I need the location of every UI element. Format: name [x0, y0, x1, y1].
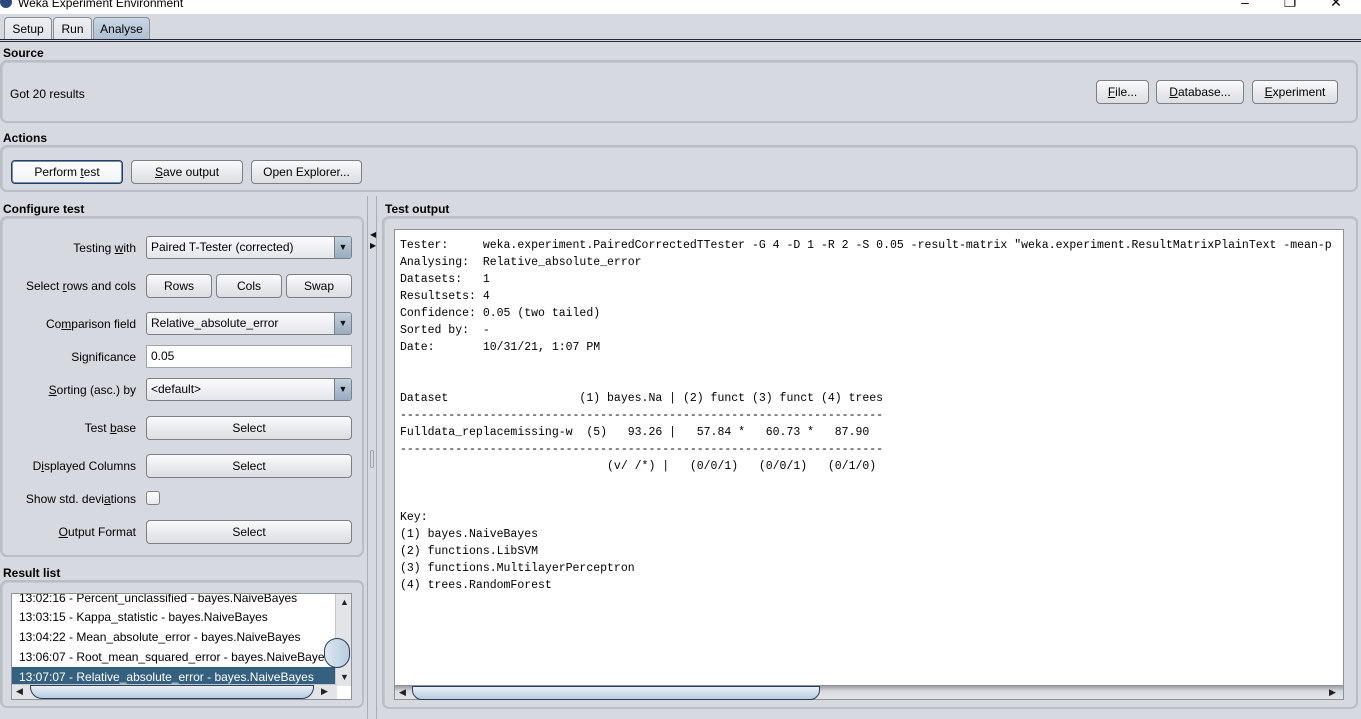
database-button[interactable]: Database... [1156, 80, 1244, 104]
output-format-label: Output Format [58, 525, 136, 539]
comparison-field-label: Comparison field [45, 317, 136, 331]
source-status: Got 20 results [10, 87, 85, 101]
select-rows-cols-label: Select rows and cols [25, 279, 136, 293]
rows-button[interactable]: Rows [146, 274, 212, 298]
expand-right-icon[interactable]: ▶ [370, 241, 376, 250]
actions-label: Actions [3, 131, 48, 145]
scroll-down-icon[interactable]: ▼ [340, 672, 349, 682]
test-base-select-button[interactable]: Select [146, 416, 352, 440]
scroll-up-icon[interactable]: ▲ [340, 597, 349, 607]
scroll-right-icon[interactable]: ▶ [321, 686, 328, 697]
chevron-down-icon: ▼ [334, 313, 351, 334]
test-output-text: Tester: weka.experiment.PairedCorrectedT… [400, 239, 1332, 592]
result-list-vertical-scrollbar[interactable]: ▲ ▼ [324, 594, 351, 686]
test-output-horizontal-scrollbar[interactable]: ◀ ▶ [394, 685, 1344, 700]
open-explorer-button[interactable]: Open Explorer... [251, 160, 362, 184]
close-button[interactable]: ✕ [1313, 0, 1359, 12]
scroll-left-icon[interactable]: ◀ [16, 686, 23, 697]
scrollbar-thumb[interactable] [324, 638, 350, 668]
maximize-button[interactable]: ❐ [1267, 0, 1313, 12]
result-list[interactable]: 13:02:16 - Percent_unclassified - bayes.… [11, 593, 352, 700]
result-list-horizontal-scrollbar[interactable]: ◀ ▶ [12, 684, 337, 699]
source-label: Source [3, 46, 44, 60]
result-list-item[interactable]: 13:04:22 - Mean_absolute_error - bayes.N… [12, 627, 337, 647]
scroll-right-icon[interactable]: ▶ [1329, 687, 1336, 698]
cols-button[interactable]: Cols [216, 274, 282, 298]
chevron-down-icon: ▼ [334, 237, 351, 258]
actions-panel: Perform test Save output Open Explorer..… [0, 145, 1358, 192]
perform-test-button[interactable]: Perform test [11, 160, 123, 184]
show-std-deviations-label: Show std. deviations [25, 492, 136, 506]
comparison-field-dropdown[interactable]: Relative_absolute_error ▼ [146, 312, 352, 335]
split-pane-divider[interactable]: ◀ ▶ [367, 196, 377, 719]
weka-app-icon [0, 0, 12, 8]
tab-divider [0, 39, 1361, 42]
test-output-label: Test output [385, 202, 450, 216]
tab-setup[interactable]: Setup [4, 17, 52, 40]
significance-input[interactable]: 0.05 [146, 345, 352, 368]
significance-label: Significance [71, 350, 136, 364]
tab-run[interactable]: Run [53, 17, 92, 40]
test-base-label: Test base [84, 421, 136, 435]
swap-button[interactable]: Swap [286, 274, 352, 298]
result-list-label: Result list [3, 566, 61, 580]
chevron-down-icon: ▼ [334, 379, 351, 400]
testing-with-dropdown[interactable]: Paired T-Tester (corrected) ▼ [146, 236, 352, 259]
scroll-left-icon[interactable]: ◀ [399, 687, 406, 698]
configure-test-label: Configure test [3, 202, 85, 216]
title-bar: Weka Experiment Environment – ❐ ✕ [0, 0, 1361, 14]
output-format-select-button[interactable]: Select [146, 520, 352, 544]
tab-analyse[interactable]: Analyse [93, 17, 150, 40]
displayed-columns-label: Displayed Columns [32, 459, 136, 473]
result-list-item[interactable]: 13:03:15 - Kappa_statistic - bayes.Naive… [12, 607, 337, 627]
sorting-dropdown[interactable]: <default> ▼ [146, 378, 352, 401]
result-list-item[interactable]: 13:02:16 - Percent_unclassified - bayes.… [12, 594, 337, 608]
collapse-left-icon[interactable]: ◀ [370, 230, 376, 239]
test-output-textarea[interactable]: Tester: weka.experiment.PairedCorrectedT… [394, 229, 1344, 699]
scrollbar-thumb[interactable] [30, 685, 314, 699]
result-list-item[interactable]: 13:06:07 - Root_mean_squared_error - bay… [12, 647, 337, 667]
source-panel: Got 20 results File... Database... Exper… [0, 60, 1358, 123]
sorting-label: Sorting (asc.) by [48, 383, 136, 397]
scrollbar-thumb[interactable] [412, 686, 820, 700]
displayed-columns-select-button[interactable]: Select [146, 454, 352, 478]
minimize-button[interactable]: – [1222, 0, 1268, 12]
save-output-button[interactable]: Save output [131, 160, 243, 184]
show-std-deviations-checkbox[interactable] [146, 491, 160, 505]
configure-test-panel: Testing with Paired T-Tester (corrected)… [0, 216, 364, 557]
divider-grip[interactable] [370, 450, 374, 468]
testing-with-label: Testing with [73, 241, 136, 255]
window-title: Weka Experiment Environment [18, 0, 184, 10]
experiment-button[interactable]: Experiment [1252, 80, 1338, 104]
file-button[interactable]: File... [1096, 80, 1149, 104]
